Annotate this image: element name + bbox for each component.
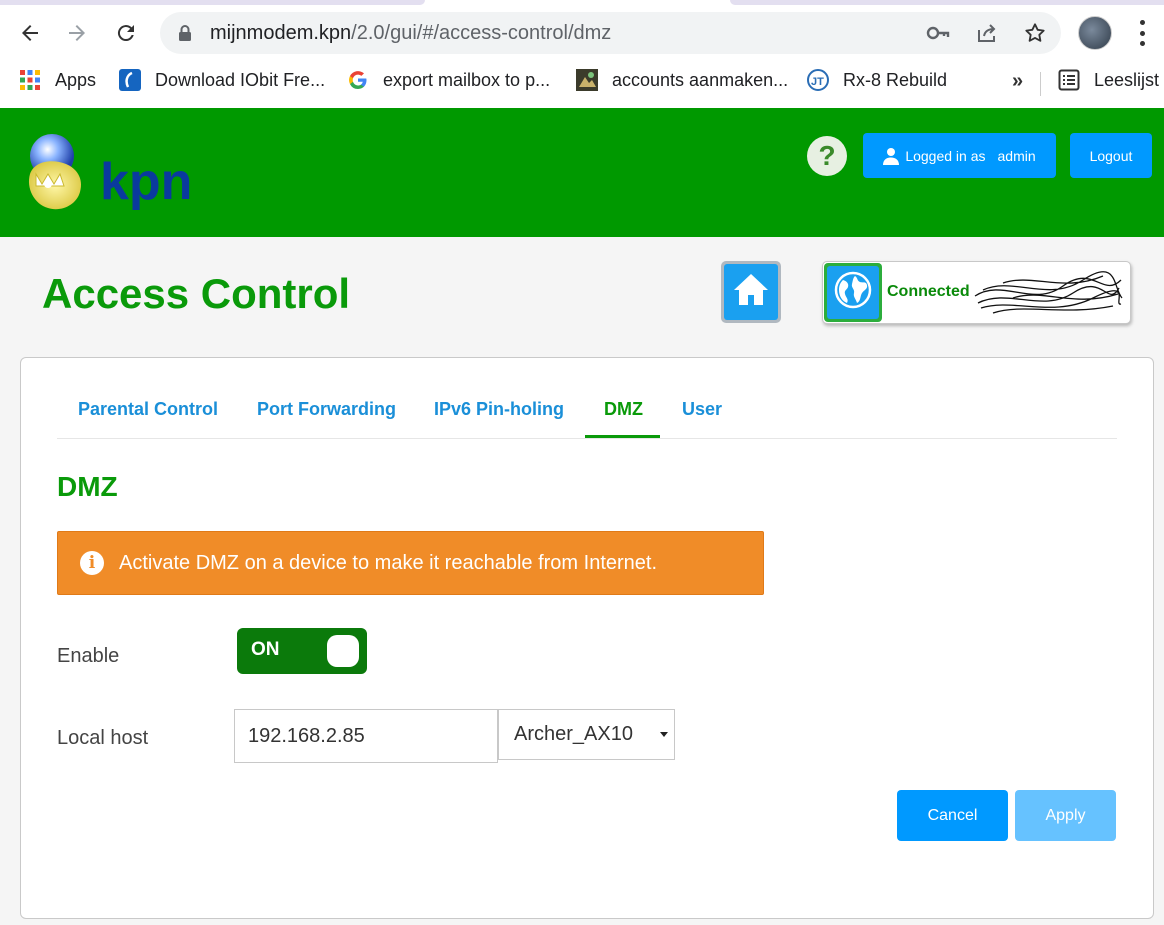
local-host-ip-input[interactable] [234,709,498,763]
bookmark-apps[interactable]: Apps [19,69,96,91]
browser-menu-icon[interactable] [1135,20,1149,46]
key-icon[interactable] [926,22,950,44]
globe-icon [833,270,873,315]
browser-tab-left[interactable] [0,0,425,5]
apply-button[interactable]: Apply [1015,790,1116,841]
logged-in-button[interactable]: Logged in as admin [863,133,1056,178]
enable-label: Enable [57,645,120,667]
reading-list-icon [1058,69,1080,91]
user-icon [883,147,900,165]
toggle-knob [327,635,359,667]
page-title: Access Control [42,270,351,317]
tab-user[interactable]: User [682,399,722,420]
svg-text:kpn: kpn [100,153,192,211]
url-text[interactable]: mijnmodem.kpn/2.0/gui/#/access-control/d… [210,22,611,45]
tab-ipv6-pinholing[interactable]: IPv6 Pin-holing [434,399,564,420]
bookmark-rx8[interactable]: JT Rx-8 Rebuild [807,69,947,91]
logout-button[interactable]: Logout [1070,133,1152,178]
profile-avatar[interactable] [1078,16,1112,50]
google-icon [347,69,369,91]
browser-chrome: mijnmodem.kpn/2.0/gui/#/access-control/d… [0,0,1164,108]
kpn-header: kpn ? Logged in as admin Logout [0,108,1164,237]
apps-grid-icon [19,69,41,91]
lock-icon[interactable] [178,24,192,47]
dropdown-caret-icon [660,732,668,737]
active-tab-indicator [585,435,660,438]
info-icon: i [80,551,104,575]
device-select[interactable]: Archer_AX10 [498,709,675,760]
section-title: DMZ [57,471,118,502]
enable-toggle[interactable]: ON [237,628,367,674]
connection-status[interactable]: Connected [822,261,1131,324]
home-icon [731,270,771,315]
bookmark-label: Apps [55,69,97,90]
info-message: Activate DMZ on a device to make it reac… [119,551,658,574]
share-icon[interactable] [976,22,998,44]
svg-text:JT: JT [811,76,824,88]
info-banner: i Activate DMZ on a device to make it re… [57,531,764,595]
toggle-state-label: ON [251,639,280,660]
address-bar[interactable]: mijnmodem.kpn/2.0/gui/#/access-control/d… [160,12,1061,54]
bookmark-accounts[interactable]: accounts aanmaken... [576,69,788,91]
bookmarks-overflow-button[interactable]: » [1012,70,1023,93]
bookmark-iobit[interactable]: Download IObit Fre... [119,69,325,91]
bookmarks-divider [1040,72,1041,96]
site-favicon-icon [576,69,598,91]
bookmark-label: Rx-8 Rebuild [843,69,948,90]
browser-tab-right[interactable] [730,0,1164,5]
jt-icon: JT [807,69,829,91]
device-select-value: Archer_AX10 [514,723,633,745]
username-label: admin [997,147,1036,164]
iobit-icon [119,69,141,91]
tab-bar: Parental Control Port Forwarding IPv6 Pi… [57,358,1117,439]
status-label: Connected [887,283,970,300]
bookmark-label: accounts aanmaken... [612,69,789,90]
dmz-card: Parental Control Port Forwarding IPv6 Pi… [20,357,1154,919]
star-icon[interactable] [1024,22,1046,44]
bookmark-label: Download IObit Fre... [155,69,326,90]
tab-dmz[interactable]: DMZ [604,399,643,420]
reload-icon[interactable] [111,18,141,48]
tab-port-forwarding[interactable]: Port Forwarding [257,399,396,420]
tab-strip [0,0,1164,6]
help-button[interactable]: ? [807,136,847,176]
reading-list-label: Leeslijst [1094,69,1160,90]
logged-in-prefix: Logged in as [905,147,986,164]
redaction-scribble [974,271,1123,314]
kpn-logo[interactable]: kpn [22,132,222,212]
forward-arrow-icon[interactable] [62,18,92,48]
bookmarks-bar: Apps Download IObit Fre... export mailbo… [0,64,1164,98]
bookmark-label: export mailbox to p... [383,69,551,90]
cancel-button[interactable]: Cancel [897,790,1008,841]
bookmark-google[interactable]: export mailbox to p... [347,69,550,91]
local-host-label: Local host [57,727,149,749]
reading-list-button[interactable]: Leeslijst [1058,69,1159,91]
home-button[interactable] [721,261,781,323]
back-arrow-icon[interactable] [15,18,45,48]
tab-parental-control[interactable]: Parental Control [78,399,218,420]
